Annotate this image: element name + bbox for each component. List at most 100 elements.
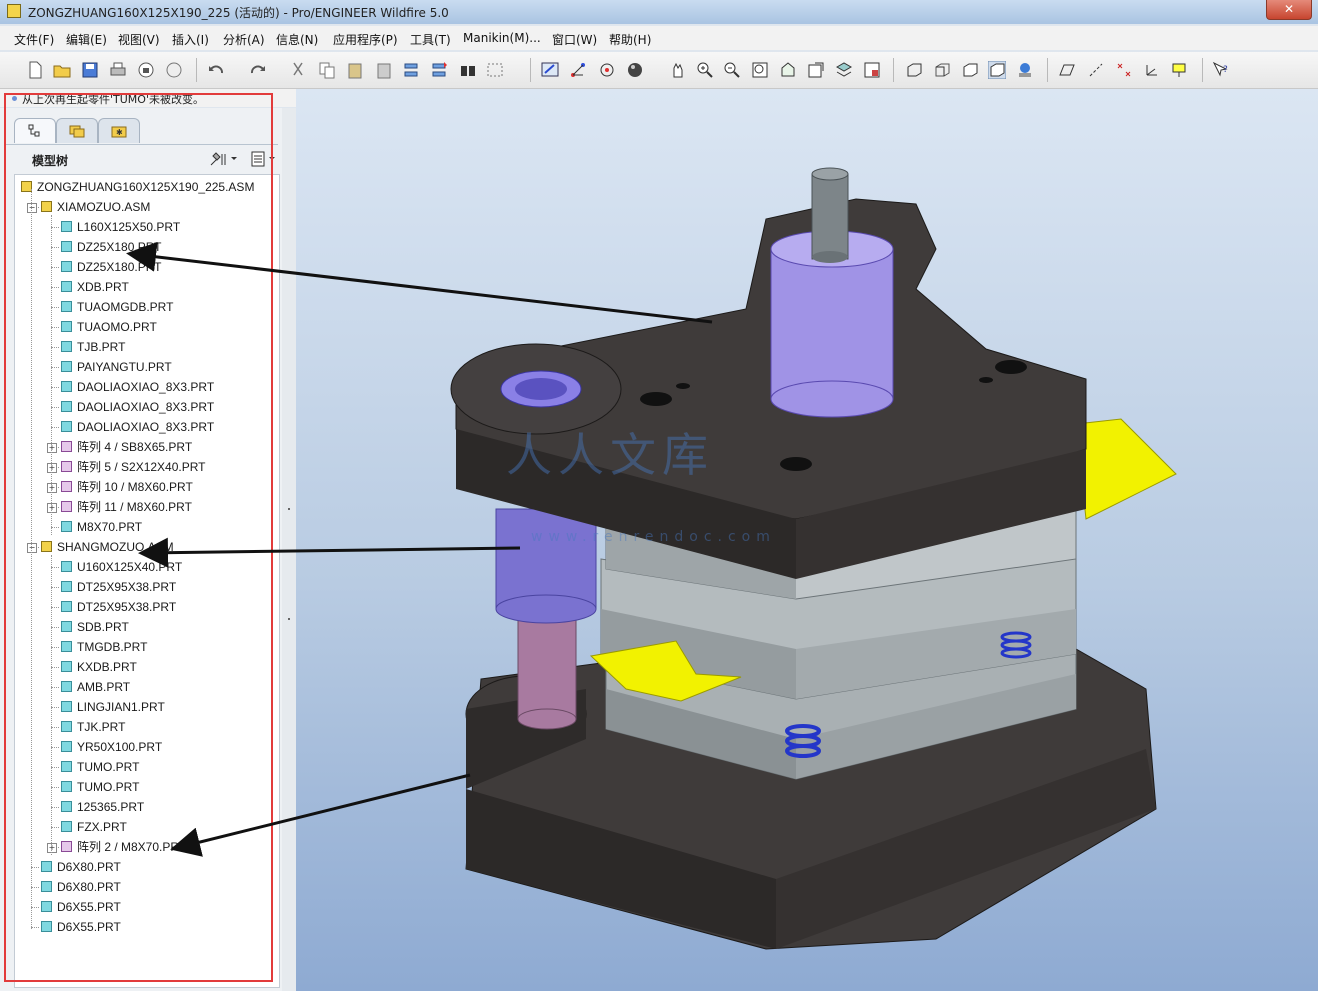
pan-hand-icon[interactable] bbox=[668, 61, 686, 79]
collapse-toggle[interactable]: − bbox=[27, 543, 37, 553]
menu-edit[interactable]: 编辑(E) bbox=[66, 31, 107, 48]
datum-planes-icon[interactable] bbox=[1058, 61, 1076, 79]
tree-node[interactable]: SHANGMOZUO.ASM bbox=[41, 538, 174, 556]
close-button[interactable]: ✕ bbox=[1266, 0, 1312, 20]
datum-points-icon[interactable] bbox=[1115, 61, 1133, 79]
reorient-icon[interactable] bbox=[779, 61, 797, 79]
copy-icon[interactable] bbox=[318, 61, 336, 79]
tree-node[interactable]: U160X125X40.PRT bbox=[61, 558, 182, 576]
tree-node[interactable]: D6X55.PRT bbox=[41, 898, 121, 916]
datum-axes-icon[interactable] bbox=[1087, 61, 1105, 79]
tree-node[interactable]: 阵列 4 / SB8X65.PRT bbox=[61, 438, 192, 456]
new-file-icon[interactable] bbox=[26, 61, 44, 79]
context-help-icon[interactable]: ? bbox=[1212, 61, 1230, 79]
refit-icon[interactable] bbox=[751, 61, 769, 79]
wireframe-icon[interactable] bbox=[905, 61, 923, 79]
repaint-icon[interactable] bbox=[541, 61, 559, 79]
tree-root[interactable]: ZONGZHUANG160X125X190_225.ASM bbox=[21, 178, 254, 196]
tree-node[interactable]: 阵列 10 / M8X60.PRT bbox=[61, 478, 193, 496]
tab-folder-browser[interactable] bbox=[56, 118, 98, 143]
tree-node[interactable]: XIAMOZUO.ASM bbox=[41, 198, 150, 216]
tree-node[interactable]: DZ25X180.PRT bbox=[61, 258, 162, 276]
tree-node[interactable]: TUAOMO.PRT bbox=[61, 318, 157, 336]
menu-insert[interactable]: 插入(I) bbox=[172, 31, 209, 48]
tree-node[interactable]: 阵列 11 / M8X60.PRT bbox=[61, 498, 192, 516]
tree-node[interactable]: FZX.PRT bbox=[61, 818, 127, 836]
tab-model-tree[interactable] bbox=[14, 118, 56, 143]
expand-toggle[interactable]: + bbox=[47, 483, 57, 493]
paste-icon[interactable] bbox=[346, 61, 364, 79]
zoom-out-icon[interactable] bbox=[723, 61, 741, 79]
cut-icon[interactable] bbox=[289, 61, 307, 79]
redo-icon[interactable] bbox=[249, 61, 267, 79]
annotations-icon[interactable] bbox=[1171, 61, 1189, 79]
die-assembly-model[interactable] bbox=[296, 89, 1318, 991]
tree-node[interactable]: M8X70.PRT bbox=[61, 518, 142, 536]
tree-node[interactable]: D6X80.PRT bbox=[41, 858, 121, 876]
view-manager-icon[interactable] bbox=[863, 61, 881, 79]
tree-node[interactable]: DT25X95X38.PRT bbox=[61, 578, 176, 596]
tab-favorites[interactable]: ✱ bbox=[98, 118, 140, 143]
tree-node[interactable]: 阵列 2 / M8X70.PRT bbox=[61, 838, 186, 856]
find-icon[interactable] bbox=[459, 61, 477, 79]
menu-applications[interactable]: 应用程序(P) bbox=[333, 31, 398, 48]
csys-icon[interactable] bbox=[1143, 61, 1161, 79]
graphics-window[interactable]: 人人文库 www.renrendoc.com bbox=[296, 89, 1318, 991]
tree-node[interactable]: 阵列 5 / S2X12X40.PRT bbox=[61, 458, 206, 476]
expand-toggle[interactable]: + bbox=[47, 443, 57, 453]
tree-node[interactable]: TJK.PRT bbox=[61, 718, 125, 736]
tree-node[interactable]: DAOLIAOXIAO_8X3.PRT bbox=[61, 398, 214, 416]
saved-views-icon[interactable] bbox=[807, 61, 825, 79]
tree-node[interactable]: SDB.PRT bbox=[61, 618, 129, 636]
menu-window[interactable]: 窗口(W) bbox=[552, 31, 597, 48]
tree-node[interactable]: DZ25X180.PRT bbox=[61, 238, 162, 256]
save-icon[interactable] bbox=[81, 61, 99, 79]
zoom-in-icon[interactable] bbox=[696, 61, 714, 79]
paste-special-icon[interactable] bbox=[375, 61, 393, 79]
tree-node[interactable]: TUMO.PRT bbox=[61, 758, 139, 776]
menu-help[interactable]: 帮助(H) bbox=[609, 31, 651, 48]
tree-settings-icon[interactable] bbox=[208, 150, 238, 168]
select-box-icon[interactable] bbox=[486, 61, 504, 79]
tree-node[interactable]: TUAOMGDB.PRT bbox=[61, 298, 173, 316]
undo-icon[interactable] bbox=[207, 61, 225, 79]
shading-sphere-icon[interactable] bbox=[626, 61, 644, 79]
print-icon[interactable] bbox=[109, 61, 127, 79]
tree-node[interactable]: KXDB.PRT bbox=[61, 658, 137, 676]
tree-node[interactable]: D6X55.PRT bbox=[41, 918, 121, 936]
tree-node[interactable]: TMGDB.PRT bbox=[61, 638, 147, 656]
collapse-toggle[interactable]: − bbox=[27, 203, 37, 213]
layers-icon[interactable] bbox=[835, 61, 853, 79]
tree-node[interactable]: XDB.PRT bbox=[61, 278, 129, 296]
panel-splitter[interactable] bbox=[282, 108, 296, 991]
tree-node[interactable]: YR50X100.PRT bbox=[61, 738, 162, 756]
hidden-line-icon[interactable] bbox=[933, 61, 951, 79]
tree-node[interactable]: AMB.PRT bbox=[61, 678, 130, 696]
mail-attach-icon[interactable] bbox=[165, 61, 183, 79]
no-hidden-icon[interactable] bbox=[961, 61, 979, 79]
tree-node[interactable]: L160X125X50.PRT bbox=[61, 218, 180, 236]
open-folder-icon[interactable] bbox=[53, 61, 71, 79]
tree-show-icon[interactable] bbox=[250, 150, 280, 168]
regenerate-icon[interactable] bbox=[402, 61, 420, 79]
shading-icon[interactable] bbox=[988, 61, 1006, 79]
menu-view[interactable]: 视图(V) bbox=[118, 31, 160, 48]
menu-file[interactable]: 文件(F) bbox=[14, 31, 54, 48]
send-mail-icon[interactable] bbox=[137, 61, 155, 79]
enhanced-realism-icon[interactable] bbox=[1016, 61, 1034, 79]
tree-node[interactable]: DT25X95X38.PRT bbox=[61, 598, 176, 616]
tree-node[interactable]: DAOLIAOXIAO_8X3.PRT bbox=[61, 418, 214, 436]
tree-node[interactable]: TJB.PRT bbox=[61, 338, 125, 356]
menu-tools[interactable]: 工具(T) bbox=[410, 31, 451, 48]
tree-node[interactable]: PAIYANGTU.PRT bbox=[61, 358, 172, 376]
tree-node[interactable]: DAOLIAOXIAO_8X3.PRT bbox=[61, 378, 214, 396]
menu-manikin[interactable]: Manikin(M)... bbox=[463, 31, 541, 45]
orient-mode-icon[interactable] bbox=[569, 61, 587, 79]
expand-toggle[interactable]: + bbox=[47, 843, 57, 853]
tree-node[interactable]: LINGJIAN1.PRT bbox=[61, 698, 165, 716]
spin-center-icon[interactable] bbox=[598, 61, 616, 79]
tree-node[interactable]: TUMO.PRT bbox=[61, 778, 139, 796]
expand-toggle[interactable]: + bbox=[47, 503, 57, 513]
tree-node[interactable]: 125365.PRT bbox=[61, 798, 144, 816]
regenerate-manager-icon[interactable] bbox=[430, 61, 448, 79]
